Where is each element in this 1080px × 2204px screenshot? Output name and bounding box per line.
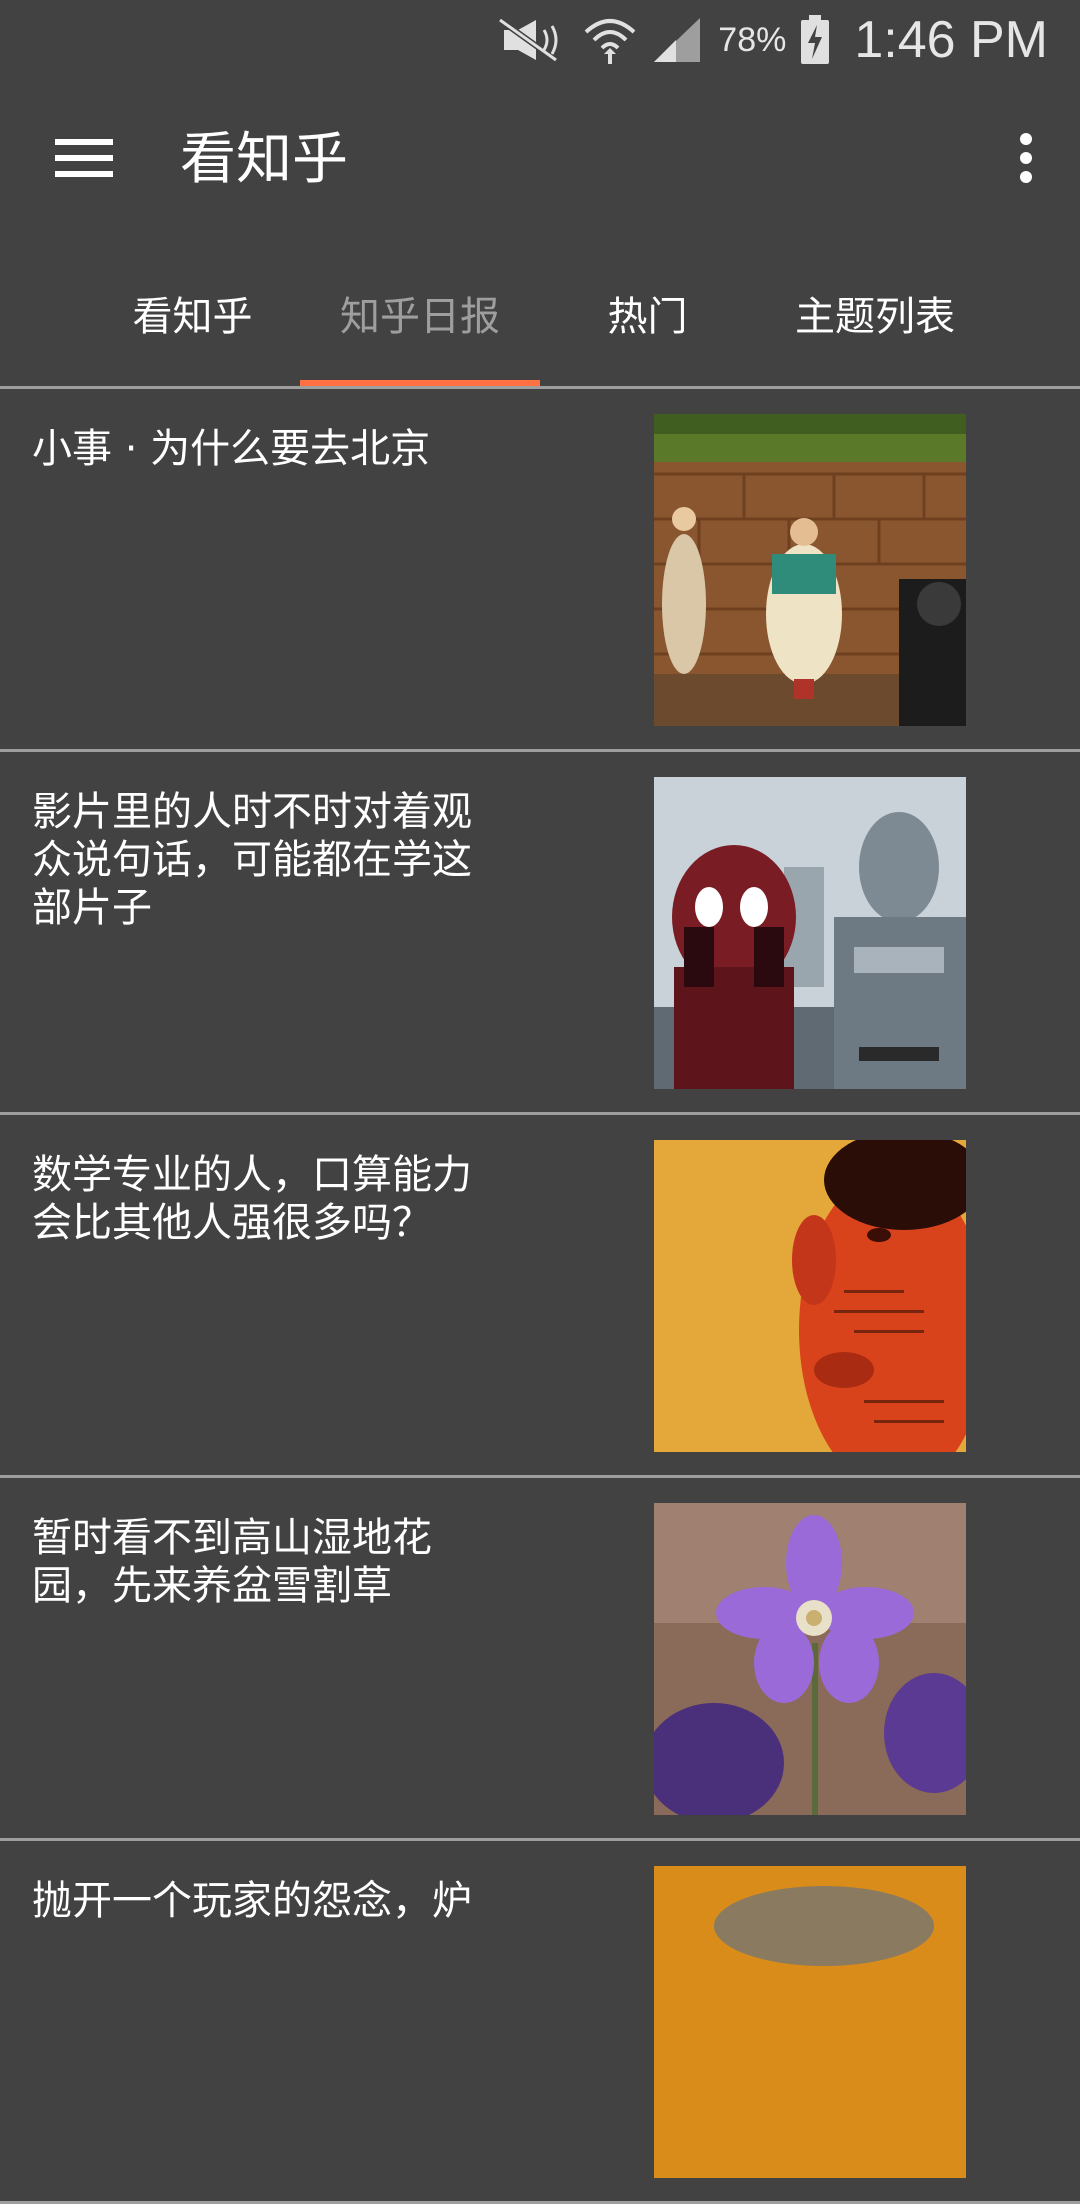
tab-hot[interactable]: 热门 xyxy=(580,240,715,386)
story-thumbnail xyxy=(654,1503,966,1815)
story-item[interactable]: 抛开一个玩家的怨念，炉 xyxy=(0,1841,1080,2204)
story-item[interactable]: 影片里的人时不时对着观众说句话，可能都在学这部片子 xyxy=(0,752,1080,1115)
tab-zhihu-daily[interactable]: 知乎日报 xyxy=(300,240,540,386)
menu-button[interactable] xyxy=(44,124,124,196)
mute-icon xyxy=(496,16,568,64)
tab-kanzhihu[interactable]: 看知乎 xyxy=(110,240,275,386)
story-title: 小事 · 为什么要去北京 xyxy=(32,426,431,472)
story-item[interactable]: 数学专业的人，口算能力会比其他人强很多吗？ xyxy=(0,1115,1080,1478)
story-thumbnail xyxy=(654,414,966,726)
more-vert-icon xyxy=(1019,132,1033,188)
story-title: 抛开一个玩家的怨念，炉 xyxy=(32,1878,472,1924)
signal-icon xyxy=(652,16,704,64)
story-thumbnail xyxy=(654,1866,966,2178)
status-icons: 78% 1:46 PM xyxy=(496,0,1048,80)
status-bar: 78% 1:46 PM xyxy=(0,0,1080,80)
story-title: 暂时看不到高山湿地花园，先来养盆雪割草 xyxy=(32,1515,432,1609)
app-title: 看知乎 xyxy=(180,127,348,192)
tab-bar: 看知乎 知乎日报 热门 主题列表 xyxy=(0,240,1080,386)
overflow-menu-button[interactable] xyxy=(996,124,1056,196)
hamburger-menu-icon xyxy=(55,137,113,183)
story-list: 小事 · 为什么要去北京 影片里的人时不时对着观众说句话，可能都在学这部片子 数… xyxy=(0,389,1080,2204)
story-item[interactable]: 暂时看不到高山湿地花园，先来养盆雪割草 xyxy=(0,1478,1080,1841)
tab-topics[interactable]: 主题列表 xyxy=(770,240,980,386)
wifi-icon xyxy=(582,14,638,66)
battery-percent: 78% xyxy=(718,20,787,59)
story-title: 影片里的人时不时对着观众说句话，可能都在学这部片子 xyxy=(32,789,472,931)
story-title: 数学专业的人，口算能力会比其他人强很多吗？ xyxy=(32,1152,472,1246)
story-item[interactable]: 小事 · 为什么要去北京 xyxy=(0,389,1080,752)
app-toolbar: 看知乎 xyxy=(0,80,1080,240)
clock: 1:46 PM xyxy=(854,11,1048,69)
story-thumbnail xyxy=(654,777,966,1089)
battery-charging-icon xyxy=(800,15,830,65)
story-thumbnail xyxy=(654,1140,966,1452)
